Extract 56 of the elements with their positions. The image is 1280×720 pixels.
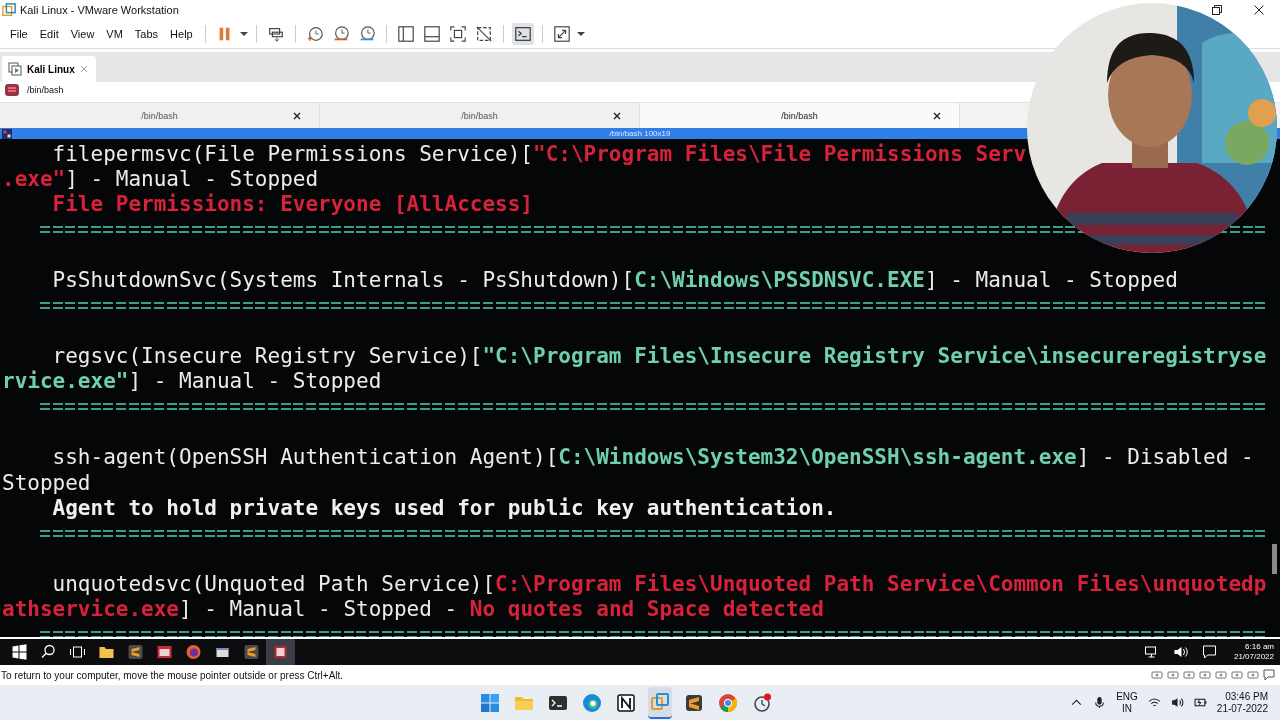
device-status-icon[interactable]	[1199, 669, 1211, 681]
language-indicator[interactable]: ENG	[1116, 690, 1138, 703]
vmware-icon[interactable]	[648, 686, 672, 719]
vm-icon	[8, 62, 22, 76]
terminal-app-icon[interactable]	[266, 639, 295, 665]
menu-item[interactable]: Edit	[33, 26, 65, 42]
battery-icon[interactable]	[1193, 696, 1207, 709]
menu-item[interactable]: View	[64, 26, 101, 42]
terminal-line: rvice.exe"] - Manual - Stopped	[2, 369, 382, 394]
terminal-line: filepermsvc(File Permissions Service)["C:\Program Files\File Permissions Serv	[52, 141, 1027, 166]
scrollbar-thumb[interactable]	[1272, 544, 1277, 574]
microphone-icon[interactable]	[1093, 696, 1107, 709]
close-icon[interactable]	[1254, 5, 1264, 15]
terminal-line: unquotedsvc(Unquoted Path Service)[C:\Program Files\Unquoted Path Service\Common Files\unquotedp	[52, 571, 1267, 596]
restore-icon[interactable]	[1212, 5, 1222, 15]
status-message: To return to your computer, move the mouse pointer outside or press Ctrl+Alt.	[1, 669, 344, 681]
menu-item[interactable]: File	[4, 26, 34, 42]
terminal-line: Stopped	[2, 470, 91, 495]
clock-time: 03:46 PM	[1225, 690, 1268, 703]
caret-icon[interactable]	[239, 30, 248, 38]
speaker-icon[interactable]	[1170, 696, 1184, 709]
window-title: Kali Linux - VMware Workstation	[20, 4, 179, 16]
menu-item[interactable]: VM	[100, 26, 129, 42]
vmware-logo-icon	[2, 3, 16, 17]
terminal-line: ssh-agent(OpenSSH Authentication Agent)[C:\Windows\System32\OpenSSH\ssh-agent.exe] - Disabled -	[52, 445, 1254, 470]
terminal-app-icon	[5, 83, 19, 97]
region-indicator[interactable]: IN	[1122, 702, 1132, 715]
device-status-icon[interactable]	[1215, 669, 1227, 681]
device-status-icon[interactable]	[1151, 669, 1163, 681]
device-status-icon[interactable]	[1167, 669, 1179, 681]
clock-date: 21/07/2022	[1233, 652, 1274, 662]
breadcrumb-text: /bin/bash	[27, 85, 64, 95]
caret-icon[interactable]	[576, 30, 585, 38]
device-status-icon[interactable]	[1231, 669, 1243, 681]
clock-time: 6:16 am	[1245, 642, 1274, 652]
terminal-tab[interactable]: /bin/bash	[640, 103, 960, 128]
wifi-icon[interactable]	[1147, 696, 1161, 709]
console-icon[interactable]	[511, 23, 534, 45]
clock-date: 21-07-2022	[1216, 702, 1268, 715]
terminal-line: PsShutdownSvc(Systems Internals - PsShutdown)[C:\Windows\PSSDNSVC.EXE] - Manual - Stopped	[52, 268, 1178, 293]
terminal-line: .exe"] - Manual - Stopped	[2, 166, 319, 191]
terminal-line: File Permissions: Everyone [AllAccess]	[52, 192, 533, 217]
device-status-icon[interactable]	[1183, 669, 1195, 681]
close-icon[interactable]	[613, 111, 621, 120]
menu-item[interactable]: Tabs	[128, 26, 165, 42]
menu-item[interactable]: Help	[164, 26, 199, 42]
close-icon[interactable]	[293, 111, 301, 120]
terminal-line: regsvc(Insecure Registry Service)["C:\Program Files\Insecure Registry Service\insecureregistryse	[52, 344, 1267, 368]
terminal-line: athservice.exe] - Manual - Stopped - No quotes and Space detected	[2, 597, 824, 621]
close-icon[interactable]	[933, 111, 941, 120]
terminal-line: Agent to hold private keys used for public key authentication.	[52, 495, 837, 520]
terminal-size-label: /bin/bash 100x19	[609, 129, 671, 138]
device-status-icon[interactable]	[1247, 669, 1259, 681]
vm-tab[interactable]: Kali Linux	[2, 56, 96, 82]
message-icon[interactable]	[1263, 669, 1275, 681]
terminal-menu-icon[interactable]	[2, 128, 12, 139]
